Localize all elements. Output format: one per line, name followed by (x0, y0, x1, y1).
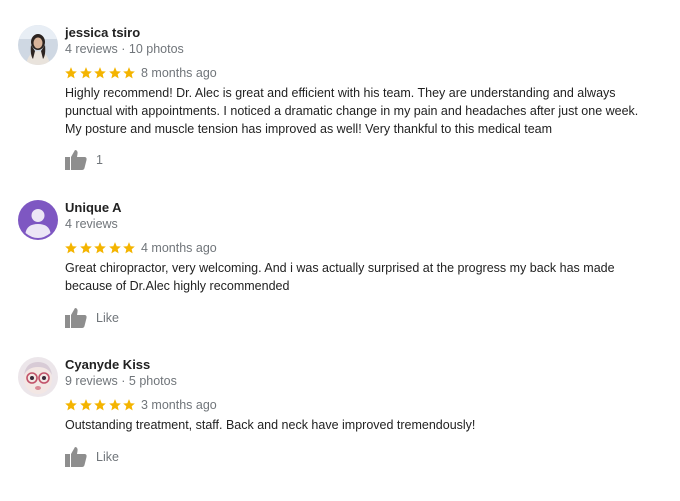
star-icon (94, 242, 106, 254)
like-button[interactable]: Like (64, 445, 119, 469)
reviewer-stats: 4 reviews (65, 217, 118, 231)
star-icon (65, 242, 77, 254)
star-icon (108, 399, 121, 411)
review-text-line: because of Dr.Alec highly recommended (65, 279, 290, 293)
review-text-line: punctual with appointments. I noticed a … (65, 104, 639, 118)
review-text: Outstanding treatment, staff. Back and n… (65, 416, 670, 434)
reviewer-name[interactable]: jessica tsiro (65, 25, 140, 40)
review-text-line: Highly recommend! Dr. Alec is great and … (65, 86, 616, 100)
star-icon (123, 399, 135, 411)
star-rating (64, 65, 137, 81)
star-rating (64, 397, 137, 413)
thumbs-up-icon (65, 447, 87, 467)
review-text-line: Great chiropractor, very welcoming. And … (65, 261, 615, 275)
reviewer-name[interactable]: Unique A (65, 200, 122, 215)
reviewer-photo-icon (18, 25, 58, 65)
star-icon (79, 399, 92, 411)
review-text-line: Outstanding treatment, staff. Back and n… (65, 418, 476, 432)
like-button[interactable]: 1 (64, 148, 103, 172)
thumbs-up-icon (65, 308, 87, 328)
star-icon (94, 399, 106, 411)
review-text: Great chiropractor, very welcoming. And … (65, 259, 670, 295)
star-icon (108, 67, 121, 79)
like-button[interactable]: Like (64, 306, 119, 330)
person-icon (18, 200, 58, 240)
reviewer-name[interactable]: Cyanyde Kiss (65, 357, 150, 372)
star-icon (65, 67, 77, 79)
reviewer-avatar[interactable] (18, 357, 58, 397)
review-time: 4 months ago (141, 241, 217, 255)
star-icon (79, 242, 92, 254)
thumbs-up-icon (65, 150, 87, 170)
like-count: 1 (96, 153, 103, 167)
review-text-line: My posture and muscle tension has improv… (65, 122, 553, 136)
like-label: Like (96, 450, 119, 464)
review-time: 3 months ago (141, 398, 217, 412)
reviewer-photo-icon (18, 357, 58, 397)
reviewer-stats: 4 reviews · 10 photos (65, 42, 184, 56)
star-icon (108, 242, 121, 254)
star-icon (65, 399, 77, 411)
reviewer-avatar[interactable] (18, 200, 58, 240)
review-time: 8 months ago (141, 66, 217, 80)
reviewer-avatar[interactable] (18, 25, 58, 65)
review-text: Highly recommend! Dr. Alec is great and … (65, 84, 670, 138)
star-icon (123, 67, 135, 79)
star-icon (123, 242, 135, 254)
reviewer-stats: 9 reviews · 5 photos (65, 374, 177, 388)
like-label: Like (96, 311, 119, 325)
star-rating (64, 240, 137, 256)
star-icon (79, 67, 92, 79)
star-icon (94, 67, 106, 79)
